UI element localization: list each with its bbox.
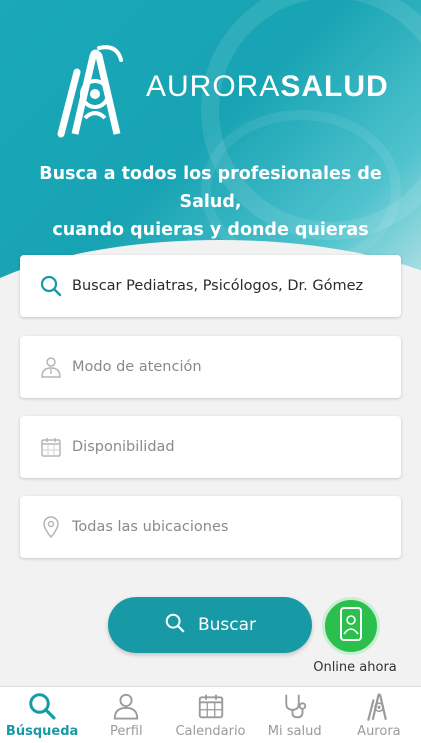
search-button-label: Buscar (197, 615, 257, 635)
search-icon (27, 691, 57, 721)
stethoscope-icon (280, 691, 310, 721)
tagline-line1: Busca a todos los profesionales de Salud… (39, 164, 382, 212)
phone-video-icon (339, 607, 363, 645)
nav-item-aurora[interactable]: Aurora (337, 687, 421, 743)
online-now-label: Online ahora (313, 660, 397, 675)
calendar-icon (38, 434, 64, 460)
location-select[interactable]: Todas las ubicaciones (20, 496, 401, 558)
nav-label: Perfil (110, 724, 143, 739)
mode-placeholder: Modo de atención (72, 359, 202, 375)
nav-label: Aurora (357, 724, 401, 739)
location-placeholder: Todas las ubicaciones (72, 519, 229, 535)
search-icon (164, 612, 186, 638)
search-input-text: Buscar Pediatras, Psicólogos, Dr. Gómez (72, 278, 364, 294)
search-button[interactable]: Buscar (108, 597, 312, 653)
availability-select[interactable]: Disponibilidad (20, 416, 401, 478)
nav-item-mi-salud[interactable]: Mi salud (253, 687, 337, 743)
doctor-icon (38, 354, 64, 380)
tagline: Busca a todos los profesionales de Salud… (10, 160, 411, 244)
mode-select[interactable]: Modo de atención (20, 336, 401, 398)
availability-placeholder: Disponibilidad (72, 439, 175, 455)
online-now-button[interactable] (322, 597, 380, 655)
nav-label: Calendario (175, 724, 246, 739)
nav-item-perfil[interactable]: Perfil (84, 687, 168, 743)
nav-label: Búsqueda (5, 724, 79, 739)
brand-part2: SALUD (280, 70, 389, 103)
search-icon (38, 273, 64, 299)
nav-item-calendario[interactable]: Calendario (168, 687, 252, 743)
search-input[interactable]: Buscar Pediatras, Psicólogos, Dr. Gómez (20, 255, 401, 317)
location-pin-icon (38, 514, 64, 540)
user-icon (111, 691, 141, 721)
bottom-nav: Búsqueda Perfil Calendario Mi salud Auro… (0, 686, 421, 743)
aurora-logo-icon (364, 691, 394, 721)
nav-item-busqueda[interactable]: Búsqueda (0, 687, 84, 743)
nav-label: Mi salud (267, 724, 322, 739)
brand-part1: AURORA (146, 70, 281, 103)
tagline-line2: cuando quieras y donde quieras (52, 220, 369, 240)
aurora-logo-icon (55, 42, 135, 138)
brand-name: AURORASALUD (146, 70, 389, 104)
calendar-icon (196, 691, 226, 721)
